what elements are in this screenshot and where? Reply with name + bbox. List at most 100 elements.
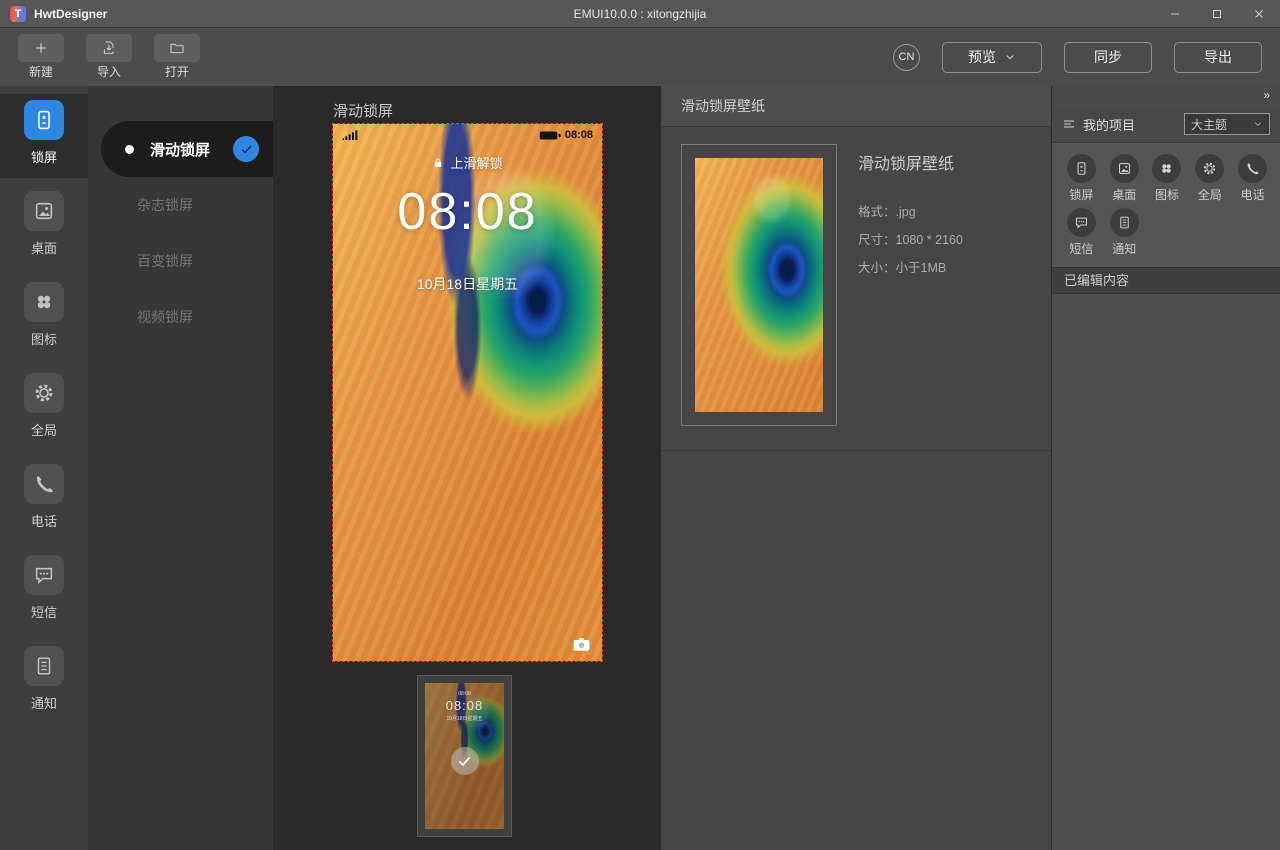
- module-sms[interactable]: 短信: [1060, 208, 1103, 257]
- close-icon: [1253, 8, 1265, 20]
- sidebar-item-lockscreen[interactable]: 锁屏: [0, 94, 88, 178]
- sidebar-item-phone[interactable]: 电话: [0, 458, 88, 542]
- plus-icon: [33, 40, 49, 56]
- thumbnail-status-time: 08:08: [425, 691, 504, 697]
- theme-type-select[interactable]: 大主题: [1184, 113, 1270, 135]
- module-desktop[interactable]: 桌面: [1103, 154, 1146, 203]
- new-button[interactable]: 新建: [18, 34, 64, 80]
- sidebar-item-desktop[interactable]: 桌面: [0, 185, 88, 269]
- unlock-hint-text: 上滑解锁: [450, 153, 502, 172]
- sidebar-item-label: 锁屏: [31, 147, 57, 166]
- thumbnail-wallpaper-image: 08:08 08:08 10月18日星期五: [425, 683, 504, 829]
- project-list-icon: [1062, 117, 1076, 131]
- size-label: 尺寸：: [858, 233, 896, 247]
- battery-icon: [539, 130, 561, 141]
- window-controls: [1154, 0, 1280, 27]
- lockscreen-preview[interactable]: 08:08 上滑解锁 08:08 10月18日星期五: [332, 123, 603, 662]
- wallpaper-card-info: 滑动锁屏壁纸 格式：.jpg 尺寸：1080 * 2160 大小：小于1MB: [858, 144, 963, 426]
- sms-icon: [33, 564, 55, 586]
- module-icons[interactable]: 图标: [1146, 154, 1189, 203]
- language-button[interactable]: CN: [893, 44, 920, 71]
- module-notification[interactable]: 通知: [1103, 208, 1146, 257]
- close-button[interactable]: [1238, 0, 1280, 27]
- project-panel: » 我的项目 大主题 锁屏 桌面 图标 全局: [1051, 86, 1280, 850]
- wallpaper-panel-header: 滑动锁屏壁纸: [661, 86, 1051, 127]
- minimize-button[interactable]: [1154, 0, 1196, 27]
- module-label: 通知: [1112, 240, 1136, 257]
- selected-bullet: [125, 145, 134, 154]
- preview-canvas: 滑动锁屏 08:08 上滑解锁 08:08 10月18日星期五: [273, 86, 661, 850]
- module-label: 短信: [1069, 240, 1093, 257]
- module-label: 电话: [1241, 186, 1265, 203]
- subnav-item-variable-lockscreen[interactable]: 百变锁屏: [88, 233, 273, 289]
- module-sidebar: 锁屏 桌面 图标 全局 电话 短信 通知: [0, 86, 88, 850]
- unlock-hint: 上滑解锁: [333, 153, 602, 172]
- module-phone[interactable]: 电话: [1231, 154, 1274, 203]
- check-icon: [456, 753, 473, 770]
- signal-icon: [342, 129, 358, 141]
- thumbnail-date: 10月18日星期五: [425, 715, 504, 722]
- wallpaper-card-image: [695, 158, 823, 412]
- export-button-label: 导出: [1204, 47, 1232, 67]
- wallpaper-card-thumbnail[interactable]: [681, 144, 837, 426]
- module-label: 锁屏: [1069, 186, 1093, 203]
- import-icon: [101, 40, 117, 56]
- toolbar: 新建 导入 打开 CN 预览 同步 导出: [0, 28, 1280, 86]
- module-global[interactable]: 全局: [1188, 154, 1231, 203]
- camera-icon: [572, 636, 591, 652]
- sync-button-label: 同步: [1094, 47, 1122, 67]
- format-value: .jpg: [896, 205, 916, 219]
- sidebar-item-global[interactable]: 全局: [0, 367, 88, 451]
- subnav-item-label: 滑动锁屏: [150, 139, 210, 160]
- global-gear-icon: [1202, 161, 1217, 176]
- project-panel-header: 我的项目 大主题: [1052, 106, 1280, 143]
- panel-divider: [661, 450, 1051, 451]
- icons-icon: [1159, 161, 1174, 176]
- wallpaper-format-row: 格式：.jpg: [858, 201, 963, 220]
- open-button[interactable]: 打开: [154, 34, 200, 80]
- preview-button[interactable]: 预览: [942, 42, 1042, 73]
- format-label: 格式：: [858, 205, 896, 219]
- app-window: T HwtDesigner EMUI10.0.0 : xitongzhijia …: [0, 0, 1280, 850]
- module-label: 图标: [1155, 186, 1179, 203]
- lock-icon: [432, 157, 444, 169]
- edited-content-header: 已编辑内容: [1052, 267, 1280, 294]
- panel-collapse-button[interactable]: »: [1052, 86, 1280, 106]
- canvas-section-title: 滑动锁屏: [333, 100, 393, 121]
- desktop-icon: [1117, 161, 1132, 176]
- folder-icon: [169, 40, 185, 56]
- thumbnail-clock: 08:08: [425, 698, 504, 713]
- titlebar: T HwtDesigner EMUI10.0.0 : xitongzhijia: [0, 0, 1280, 28]
- icons-icon: [33, 291, 55, 313]
- maximize-button[interactable]: [1196, 0, 1238, 27]
- wallpaper-thumbnail-selected[interactable]: 08:08 08:08 10月18日星期五: [417, 675, 512, 837]
- selected-check-badge: [233, 136, 259, 162]
- lock-screen-icon: [1074, 161, 1089, 176]
- statusbar-time: 08:08: [565, 129, 593, 141]
- import-button-label: 导入: [97, 63, 121, 80]
- lockscreen-wallpaper-image: 08:08 上滑解锁 08:08 10月18日星期五: [333, 124, 602, 661]
- wallpaper-filesize-row: 大小：小于1MB: [858, 257, 963, 276]
- subnav-item-slide-lockscreen[interactable]: 滑动锁屏: [101, 121, 273, 177]
- check-icon: [239, 142, 254, 157]
- notification-icon: [1117, 215, 1132, 230]
- document-title: EMUI10.0.0 : xitongzhijia: [0, 7, 1280, 21]
- minimize-icon: [1169, 8, 1181, 20]
- sync-button[interactable]: 同步: [1064, 42, 1152, 73]
- sidebar-item-notification[interactable]: 通知: [0, 640, 88, 724]
- import-button[interactable]: 导入: [86, 34, 132, 80]
- sidebar-item-sms[interactable]: 短信: [0, 549, 88, 633]
- chevron-down-icon: [1004, 51, 1016, 63]
- desktop-icon: [33, 200, 55, 222]
- sidebar-item-icons[interactable]: 图标: [0, 276, 88, 360]
- sidebar-item-label: 通知: [31, 693, 57, 712]
- preview-button-label: 预览: [968, 47, 996, 67]
- export-button[interactable]: 导出: [1174, 42, 1262, 73]
- subnav-item-magazine-lockscreen[interactable]: 杂志锁屏: [88, 177, 273, 233]
- wallpaper-card: 滑动锁屏壁纸 格式：.jpg 尺寸：1080 * 2160 大小：小于1MB: [681, 144, 1031, 426]
- module-lockscreen[interactable]: 锁屏: [1060, 154, 1103, 203]
- module-label: 全局: [1198, 186, 1222, 203]
- sidebar-item-label: 桌面: [31, 238, 57, 257]
- filesize-label: 大小：: [858, 261, 896, 275]
- subnav-item-video-lockscreen[interactable]: 视频锁屏: [88, 289, 273, 345]
